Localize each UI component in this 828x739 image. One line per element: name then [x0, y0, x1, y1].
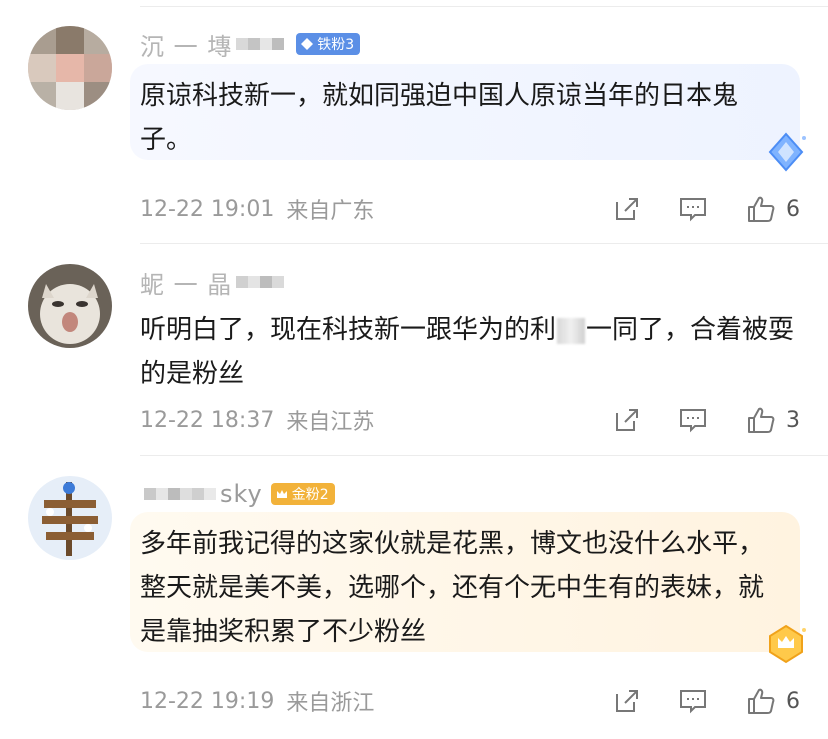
share-icon: [616, 409, 638, 431]
diamond-icon: [301, 38, 314, 50]
like-button[interactable]: 6: [746, 686, 800, 716]
like-count: 6: [786, 688, 800, 714]
censored-text: [557, 317, 586, 344]
meta-row: 12-22 19:19 来自浙江 6: [140, 685, 800, 717]
username[interactable]: sky: [220, 480, 263, 508]
comment-button[interactable]: [678, 405, 708, 435]
badge-label: 金粉2: [291, 487, 329, 503]
share-icon: [616, 690, 638, 712]
avatar[interactable]: [28, 264, 112, 348]
divider: [140, 243, 828, 244]
gold-badge-decoration-icon: [764, 622, 808, 666]
comment-button[interactable]: [678, 686, 708, 716]
badge-label: 铁粉3: [317, 37, 355, 53]
timestamp: 12-22 19:19: [140, 688, 275, 714]
username[interactable]: 沉 一 塼: [140, 27, 232, 62]
fan-badge[interactable]: 金粉2: [270, 483, 335, 505]
crown-icon: [276, 490, 287, 498]
fan-badge[interactable]: 铁粉3: [296, 33, 361, 55]
location: 来自江苏: [286, 410, 375, 435]
comment-icon: [680, 690, 706, 714]
share-icon: [616, 198, 638, 220]
share-button[interactable]: [612, 686, 642, 716]
like-button[interactable]: 3: [746, 405, 800, 435]
comment-text-content: 多年前我记得的这家伙就是花黑，博文也没什么水平，整天就是美不美，选哪个，还有个无…: [140, 529, 765, 647]
avatar[interactable]: [28, 476, 112, 560]
divider: [140, 455, 828, 456]
comment-icon: [680, 409, 706, 433]
comment-text-part: 听明白了，现在科技新一跟华为的利: [140, 315, 557, 345]
like-count: 6: [786, 196, 800, 222]
username[interactable]: 蚭 一 晶: [140, 265, 232, 300]
comment-text-content: 原谅科技新一，就如同强迫中国人原谅当年的日本鬼子。: [140, 81, 739, 155]
comment-text[interactable]: 原谅科技新一，就如同强迫中国人原谅当年的日本鬼子。: [130, 64, 800, 160]
like-count: 3: [786, 407, 800, 433]
action-bar: 6: [612, 686, 800, 716]
action-bar: 6: [612, 194, 800, 224]
cat-avatar-image: [28, 264, 112, 348]
comment-icon: [680, 198, 706, 222]
location: 来自浙江: [286, 691, 375, 716]
share-button[interactable]: [612, 194, 642, 224]
location: 来自广东: [286, 199, 375, 224]
comment-text[interactable]: 听明白了，现在科技新一跟华为的利 一同了，合着被耍的是粉丝: [140, 308, 800, 396]
timestamp: 12-22 19:01: [140, 196, 275, 222]
name-mosaic: [236, 38, 285, 50]
thumbs-up-icon: [748, 407, 775, 433]
avatar[interactable]: [28, 26, 112, 110]
username-row: 蚭 一 晶: [140, 265, 288, 300]
meta-row: 12-22 18:37 来自江苏 3: [140, 404, 800, 436]
like-button[interactable]: 6: [746, 194, 800, 224]
name-mosaic: [144, 488, 216, 500]
name-mosaic: [236, 276, 285, 288]
comment-text[interactable]: 多年前我记得的这家伙就是花黑，博文也没什么水平，整天就是美不美，选哪个，还有个无…: [130, 512, 800, 652]
signpost-avatar-image: [28, 476, 112, 560]
thumbs-up-icon: [748, 688, 775, 714]
divider: [140, 6, 828, 7]
avatar-image: [28, 26, 112, 110]
meta-row: 12-22 19:01 来自广东 6: [140, 193, 800, 225]
timestamp: 12-22 18:37: [140, 407, 275, 433]
thumbs-up-icon: [748, 196, 775, 222]
comment-button[interactable]: [678, 194, 708, 224]
username-row: 沉 一 塼 铁粉3: [140, 27, 361, 62]
diamond-decoration-icon: [764, 130, 808, 174]
action-bar: 3: [612, 405, 800, 435]
share-button[interactable]: [612, 405, 642, 435]
username-row: sky 金粉2: [140, 478, 335, 510]
